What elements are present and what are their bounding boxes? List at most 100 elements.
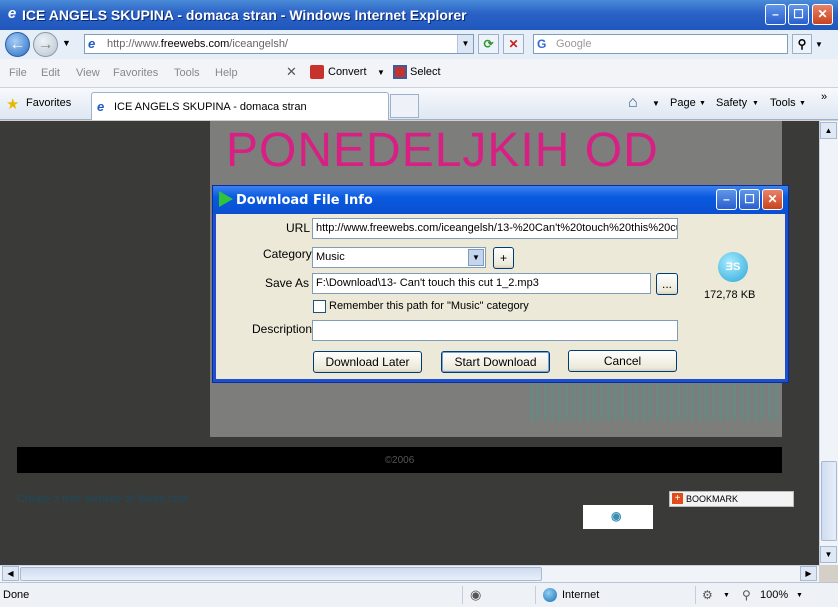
tools-menu[interactable]: Tools [770, 97, 796, 109]
scroll-left-icon[interactable]: ◀ [2, 566, 19, 581]
page-menu[interactable]: Page [670, 97, 696, 109]
safety-menu[interactable]: Safety [716, 97, 747, 109]
dialog-title: Download File Info [236, 193, 373, 208]
status-bar: Done ◉ Internet ⚙ ▼ ⚲ 100% ▼ [0, 582, 838, 607]
category-dropdown-icon[interactable]: ▼ [468, 249, 484, 266]
minimize-button[interactable]: – [765, 4, 786, 25]
bookmark-button[interactable]: + BOOKMARK [669, 491, 794, 507]
scroll-up-icon[interactable]: ▲ [820, 122, 837, 139]
scroll-right-icon[interactable]: ▶ [800, 566, 817, 581]
cancel-button[interactable]: Cancel [568, 350, 677, 372]
new-tab-button[interactable] [390, 94, 419, 118]
safety-dropdown-icon[interactable]: ▼ [752, 100, 759, 107]
window-titlebar: e ICE ANGELS SKUPINA - domaca stran - Wi… [0, 0, 838, 30]
address-dropdown-icon[interactable]: ▼ [457, 35, 473, 53]
download-status-icon: ƎS [718, 252, 748, 282]
url-field[interactable]: http://www.freewebs.com/iceangelsh/13-%2… [312, 218, 678, 239]
home-dropdown-icon[interactable]: ▼ [652, 99, 660, 108]
zoom-level[interactable]: 100% [760, 589, 788, 601]
forward-button[interactable]: → [33, 32, 58, 57]
home-icon[interactable]: ⌂ [628, 94, 638, 112]
maximize-button[interactable]: ☐ [788, 4, 809, 25]
stop-button[interactable]: ✕ [503, 34, 524, 54]
category-value: Music [316, 251, 345, 263]
footer-bar: ©2006 [17, 447, 782, 473]
refresh-button[interactable]: ⟳ [478, 34, 499, 54]
convert-icon [310, 65, 324, 79]
status-text: Done [3, 589, 30, 601]
menu-favorites[interactable]: Favorites [113, 67, 158, 79]
search-box[interactable]: G Google [533, 34, 788, 54]
browse-button[interactable]: ... [656, 273, 678, 295]
description-label: Description [252, 322, 313, 336]
favorites-button[interactable]: Favorites [26, 97, 71, 109]
download-later-button[interactable]: Download Later [313, 351, 422, 373]
vertical-scroll-thumb[interactable] [821, 461, 837, 541]
widget-icon: ◉ [611, 509, 622, 523]
select-button[interactable]: Select [410, 66, 441, 78]
search-options-icon[interactable]: ▼ [815, 40, 823, 49]
bookmark-plus-icon: + [672, 493, 683, 504]
ie-logo-icon: e [7, 5, 17, 22]
menu-tools[interactable]: Tools [174, 67, 200, 79]
page-dropdown-icon[interactable]: ▼ [699, 100, 706, 107]
idm-arrow-icon [219, 191, 233, 207]
search-button[interactable]: ⚲ [792, 34, 812, 54]
dialog-close-button[interactable]: ✕ [762, 189, 783, 210]
chevron-right-icon[interactable]: » [821, 91, 827, 103]
menu-bar: File Edit View Favorites Tools Help ✕ Co… [0, 59, 838, 88]
close-window-button[interactable]: ✕ [812, 4, 833, 25]
page-heading: PONEDELJKIH OD [226, 124, 659, 177]
zoom-icon: ⚲ [742, 588, 751, 602]
category-select[interactable]: Music ▼ [312, 247, 486, 268]
horizontal-scroll-thumb[interactable] [20, 567, 542, 581]
select-icon [393, 65, 407, 79]
menu-edit[interactable]: Edit [41, 67, 60, 79]
menu-view[interactable]: View [76, 67, 100, 79]
category-label: Category [263, 247, 312, 261]
widget-box[interactable]: ◉ [583, 505, 653, 529]
remember-path-label: Remember this path for "Music" category [329, 300, 529, 312]
tab-bar: ★ Favorites e ICE ANGELS SKUPINA - domac… [0, 88, 838, 120]
url-label: URL [286, 221, 311, 235]
create-website-link[interactable]: Create a free website at Webs.com [17, 493, 189, 505]
menu-help[interactable]: Help [215, 67, 238, 79]
add-category-button[interactable]: + [493, 247, 514, 269]
horizontal-scrollbar[interactable]: ◀ ▶ [0, 565, 819, 582]
save-as-field[interactable]: F:\Download\13- Can't touch this cut 1_2… [312, 273, 651, 294]
protected-mode-icon[interactable]: ⚙ [702, 588, 713, 602]
close-toolbar-icon[interactable]: ✕ [286, 64, 297, 80]
security-zone[interactable]: Internet [562, 589, 599, 601]
back-button[interactable]: ← [5, 32, 30, 57]
description-field[interactable] [312, 320, 678, 341]
google-icon: G [537, 37, 547, 51]
dialog-titlebar: Download File Info – ☐ ✕ [213, 186, 788, 214]
start-download-button[interactable]: Start Download [441, 351, 550, 373]
address-bar[interactable]: e http://www.freewebs.com/iceangelsh/ ▼ [84, 34, 474, 54]
scroll-down-icon[interactable]: ▼ [820, 546, 837, 563]
favorites-star-icon: ★ [6, 96, 20, 113]
copyright-text: ©2006 [384, 455, 415, 466]
window-title: ICE ANGELS SKUPINA - domaca stran - Wind… [22, 7, 467, 23]
history-dropdown-icon[interactable]: ▼ [62, 38, 71, 48]
tools-dropdown-icon[interactable]: ▼ [799, 100, 806, 107]
download-file-info-dialog: Download File Info – ☐ ✕ URL http://www.… [213, 186, 788, 382]
file-size: 172,78 KB [704, 289, 756, 301]
zoom-dropdown-icon[interactable]: ▼ [796, 592, 803, 599]
vertical-scrollbar[interactable]: ▲ ▼ [819, 121, 838, 565]
remember-path-checkbox[interactable] [313, 300, 326, 313]
address-toolbar: ← → ▼ e http://www.freewebs.com/iceangel… [0, 30, 838, 59]
dialog-minimize-button[interactable]: – [716, 189, 737, 210]
bookmark-label: BOOKMARK [686, 494, 739, 504]
privacy-icon[interactable]: ◉ [470, 587, 481, 603]
tab-active[interactable]: e ICE ANGELS SKUPINA - domaca stran [91, 92, 389, 120]
convert-button[interactable]: Convert [328, 66, 367, 78]
convert-dropdown-icon[interactable]: ▼ [377, 68, 385, 77]
save-as-label: Save As [265, 276, 310, 290]
menu-file[interactable]: File [9, 67, 27, 79]
zone-dropdown-icon[interactable]: ▼ [723, 592, 730, 599]
dialog-maximize-button[interactable]: ☐ [739, 189, 760, 210]
tab-label: ICE ANGELS SKUPINA - domaca stran [114, 101, 307, 113]
address-url[interactable]: http://www.freewebs.com/iceangelsh/ [107, 38, 288, 50]
search-placeholder: Google [556, 38, 592, 50]
